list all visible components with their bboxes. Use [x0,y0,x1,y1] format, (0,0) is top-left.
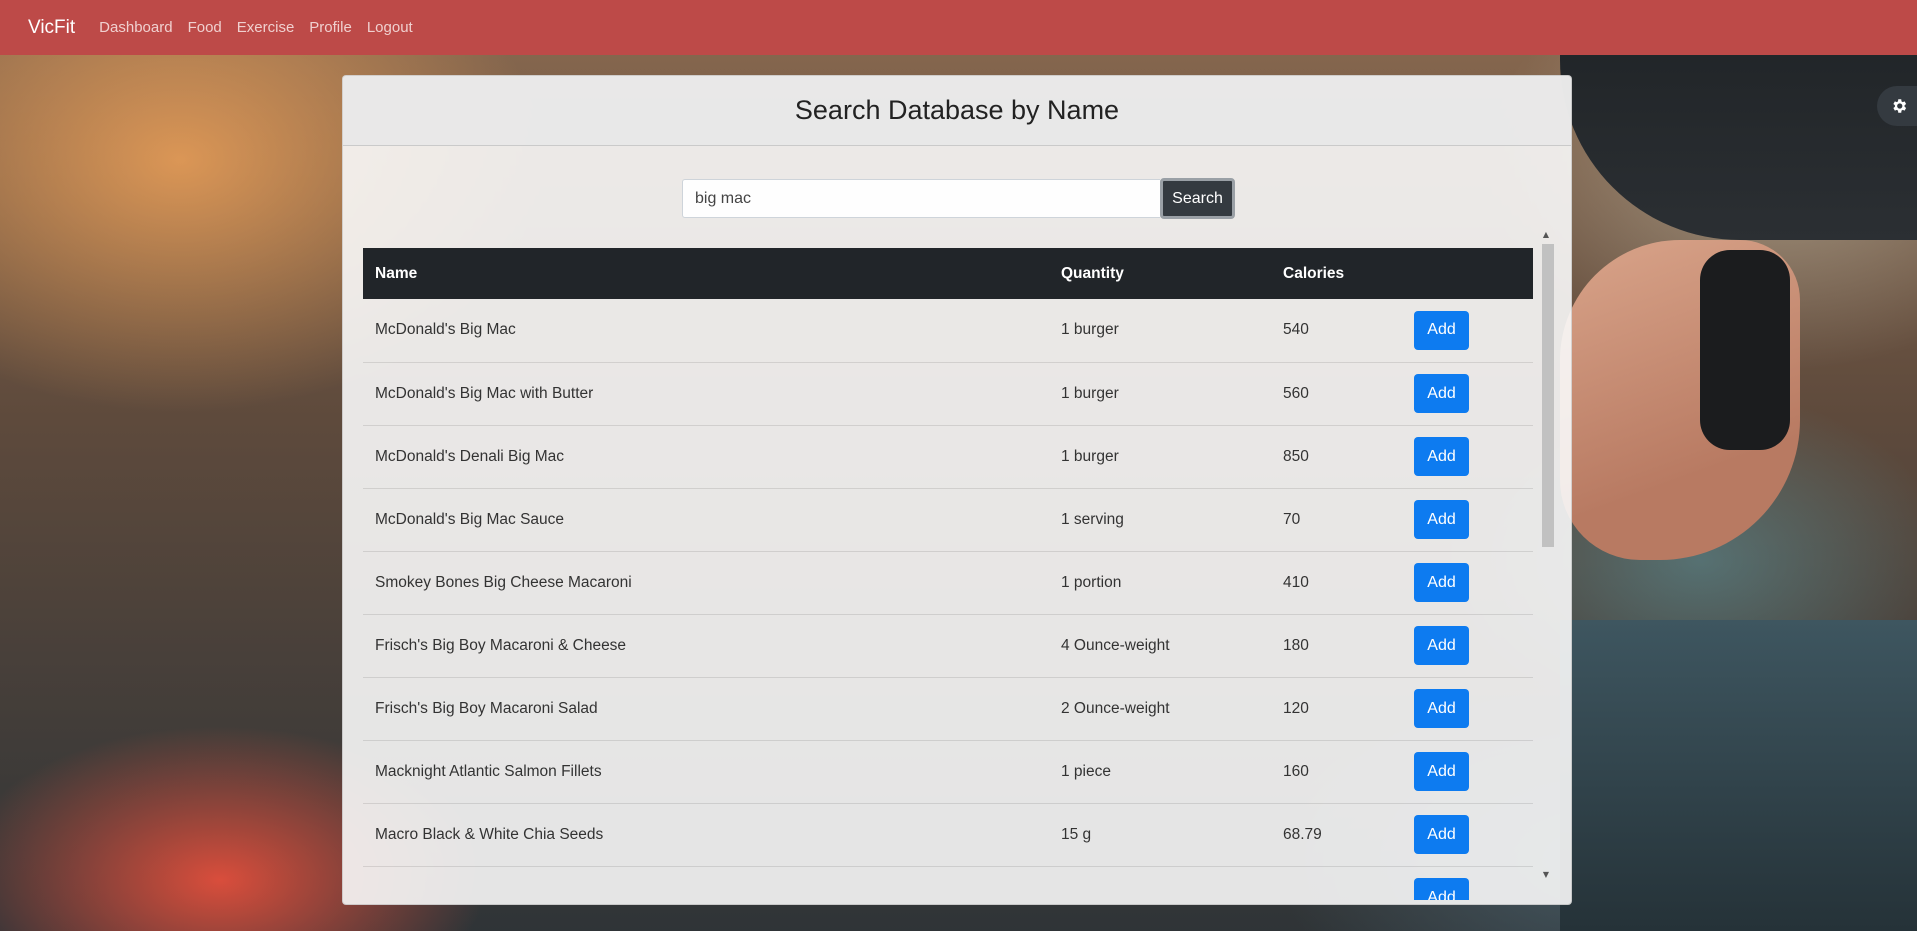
food-calories: 540 [1283,321,1309,339]
results-table-container[interactable]: Name Quantity Calories McDonald's Big Ma… [363,248,1553,900]
nav-link-logout[interactable]: Logout [367,19,413,36]
scroll-down-arrow-icon[interactable]: ▼ [1541,870,1551,880]
food-quantity: 15 g [1061,825,1092,843]
table-row: Frisch's Big Boy Macaroni & Cheese 4 Oun… [363,614,1533,677]
add-button[interactable]: Add [1414,752,1469,791]
search-button[interactable]: Search [1160,178,1235,219]
background-watch [1700,250,1790,450]
search-card: Search Database by Name Search Name Quan… [342,75,1572,905]
food-quantity: 1 portion [1061,573,1122,591]
food-quantity: 1 piece [1061,762,1111,780]
search-input[interactable] [682,179,1160,218]
food-calories: 160 [1283,762,1309,780]
table-row: Macknight Atlantic Salmon Fillets 1 piec… [363,740,1533,803]
food-name: McDonald's Denali Big Mac [375,447,565,465]
food-quantity: 2 Ounce-weight [1061,699,1170,717]
column-header-action [1402,248,1533,299]
food-name: Macro Black & White Chia Seeds [375,825,604,843]
food-quantity: 1 burger [1061,447,1119,465]
table-row: McDonald's Big Mac with Butter 1 burger … [363,362,1533,425]
table-row: McDonald's Big Mac 1 burger 540 Add [363,299,1533,362]
table-scrollbar[interactable]: ▲ ▼ [1538,230,1554,880]
add-button[interactable]: Add [1414,310,1469,350]
food-name: McDonald's Big Mac with Butter [375,384,594,402]
nav-link-profile[interactable]: Profile [309,19,352,36]
add-button[interactable]: Add [1414,878,1469,900]
navbar: VicFit Dashboard Food Exercise Profile L… [0,0,1917,55]
settings-button[interactable] [1877,86,1917,126]
column-header-quantity: Quantity [1061,264,1124,282]
food-quantity: 1 burger [1061,384,1119,402]
table-row: Smokey Bones Big Cheese Macaroni 1 porti… [363,551,1533,614]
add-button[interactable]: Add [1414,374,1469,413]
food-quantity: 1 burger [1061,321,1119,339]
nav-link-food[interactable]: Food [188,19,222,36]
food-name: Frisch's Big Boy Macaroni Salad [375,699,598,717]
scroll-up-arrow-icon[interactable]: ▲ [1541,230,1551,240]
scroll-thumb[interactable] [1542,244,1554,547]
food-calories: 850 [1283,447,1309,465]
add-button[interactable]: Add [1414,500,1469,539]
column-header-calories: Calories [1283,264,1345,282]
food-calories: 560 [1283,384,1309,402]
add-button[interactable]: Add [1414,437,1469,476]
food-calories: 410 [1283,573,1309,591]
nav-link-dashboard[interactable]: Dashboard [99,19,172,36]
food-name: Macknight Atlantic Salmon Fillets [375,762,602,780]
food-calories [1271,866,1402,900]
results-table: Name Quantity Calories McDonald's Big Ma… [363,248,1533,900]
food-calories: 68.79 [1283,825,1322,843]
search-bar: Search [682,178,1235,219]
table-row: McDonald's Big Mac Sauce 1 serving 70 Ad… [363,488,1533,551]
brand-logo[interactable]: VicFit [28,17,75,39]
food-calories: 180 [1283,636,1309,654]
gear-icon [1893,99,1907,113]
add-button[interactable]: Add [1414,815,1469,854]
food-quantity: 1 serving [1061,510,1124,528]
food-calories: 120 [1283,699,1309,717]
table-row: McDonald's Denali Big Mac 1 burger 850 A… [363,425,1533,488]
food-quantity [1049,866,1271,900]
card-header: Search Database by Name [343,76,1571,146]
food-name: Smokey Bones Big Cheese Macaroni [375,573,632,591]
food-name [363,866,1049,900]
food-calories: 70 [1283,510,1301,528]
add-button[interactable]: Add [1414,689,1469,728]
food-name: McDonald's Big Mac Sauce [375,510,565,528]
page-title: Search Database by Name [794,95,1120,125]
column-header-name: Name [375,264,418,282]
background-ground [1560,620,1917,931]
table-header-row: Name Quantity Calories [363,248,1533,299]
food-quantity: 4 Ounce-weight [1061,636,1170,654]
table-row: Macro Black & White Chia Seeds 15 g 68.7… [363,803,1533,866]
table-row: Frisch's Big Boy Macaroni Salad 2 Ounce-… [363,677,1533,740]
food-name: McDonald's Big Mac [375,321,516,339]
food-name: Frisch's Big Boy Macaroni & Cheese [375,636,627,654]
add-button[interactable]: Add [1414,626,1469,665]
add-button[interactable]: Add [1414,563,1469,602]
table-row: Add [363,866,1533,900]
nav-link-exercise[interactable]: Exercise [237,19,295,36]
